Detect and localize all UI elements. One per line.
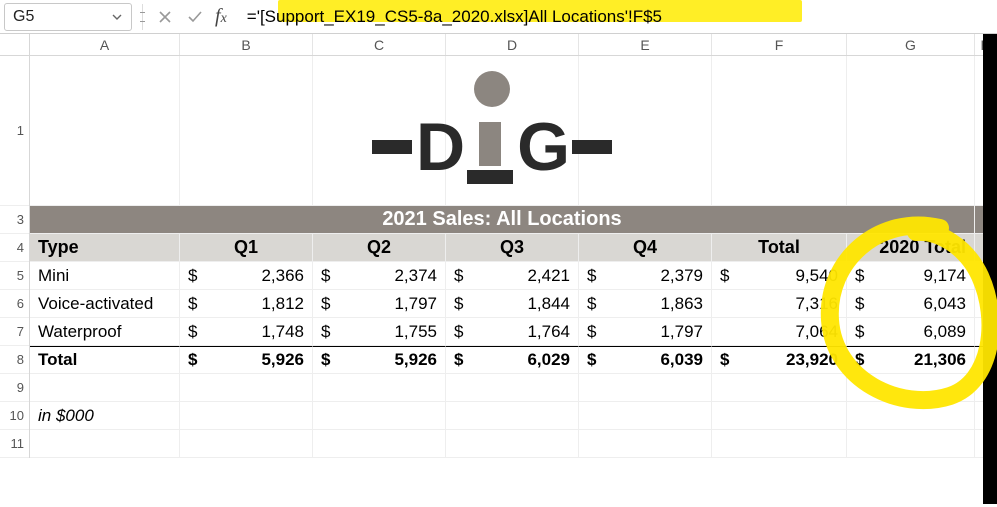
logo-bar-icon	[572, 140, 612, 154]
header-total[interactable]: Total	[712, 234, 847, 261]
cell-q4[interactable]: $1,797	[579, 318, 712, 345]
cell-q2[interactable]: $5,926	[313, 346, 446, 373]
row-header[interactable]: 4	[0, 234, 29, 262]
cell-total[interactable]: 7,064	[712, 318, 847, 345]
formula-input[interactable]: ='[Support_EX19_CS5-8a_2020.xlsx]All Loc…	[239, 3, 993, 31]
row-header[interactable]: 7	[0, 318, 29, 346]
column-header[interactable]: B	[180, 34, 313, 55]
check-icon	[187, 10, 203, 24]
row-header-strip: 1 3 4 5 6 7 8 9 10 11	[0, 56, 30, 458]
cell-q3[interactable]: $1,764	[446, 318, 579, 345]
row-header[interactable]: 11	[0, 430, 29, 458]
column-header[interactable]: F	[712, 34, 847, 55]
select-all-corner[interactable]	[0, 34, 30, 55]
header-q4[interactable]: Q4	[579, 234, 712, 261]
table-row: Voice-activated $1,812 $1,797 $1,844 $1,…	[30, 290, 997, 318]
cell-q2[interactable]: $1,755	[313, 318, 446, 345]
grid: 1 3 4 5 6 7 8 9 10 11 2021 Sales: All Lo…	[0, 56, 997, 458]
column-header[interactable]: D	[446, 34, 579, 55]
row-header[interactable]: 9	[0, 374, 29, 402]
total-row: Total $5,926 $5,926 $6,029 $6,039 $23,92…	[30, 346, 997, 374]
title-row: 2021 Sales: All Locations	[30, 206, 997, 234]
cell-q3[interactable]: $2,421	[446, 262, 579, 289]
title-cell[interactable]: 2021 Sales: All Locations	[30, 206, 975, 233]
cell-q4[interactable]: $1,863	[579, 290, 712, 317]
cell-type[interactable]: Waterproof	[30, 318, 180, 345]
header-type[interactable]: Type	[30, 234, 180, 261]
logo-bar-icon	[372, 140, 412, 154]
footer-note[interactable]: in $000	[30, 402, 180, 429]
cell-type[interactable]: Voice-activated	[30, 290, 180, 317]
cell-q3[interactable]: $1,844	[446, 290, 579, 317]
footer-row: in $000	[30, 402, 997, 430]
x-icon	[158, 10, 172, 24]
logo-dot-icon	[474, 71, 510, 107]
cell-q3[interactable]: $6,029	[446, 346, 579, 373]
row-header[interactable]: 5	[0, 262, 29, 290]
column-header[interactable]: A	[30, 34, 180, 55]
name-box[interactable]: G5	[4, 3, 132, 31]
row-header[interactable]: 8	[0, 346, 29, 374]
table-row: Waterproof $1,748 $1,755 $1,764 $1,797 7…	[30, 318, 997, 346]
fx-label[interactable]: fx	[213, 5, 233, 28]
name-box-value: G5	[13, 8, 34, 26]
row-header[interactable]: 10	[0, 402, 29, 430]
row-header[interactable]: 3	[0, 206, 29, 234]
formula-text: ='[Support_EX19_CS5-8a_2020.xlsx]All Loc…	[247, 7, 662, 27]
row-header[interactable]: 6	[0, 290, 29, 318]
dig-logo: D G	[337, 66, 647, 186]
image-edge	[983, 34, 997, 504]
chevron-down-icon	[111, 11, 123, 23]
logo-i-icon	[467, 122, 513, 184]
cell-q4[interactable]: $6,039	[579, 346, 712, 373]
header-q2[interactable]: Q2	[313, 234, 446, 261]
cell-type[interactable]: Mini	[30, 262, 180, 289]
cell-type[interactable]: Total	[30, 346, 180, 373]
cell-total[interactable]: $23,920	[712, 346, 847, 373]
cell-total[interactable]: $9,540	[712, 262, 847, 289]
cell-q4[interactable]: $2,379	[579, 262, 712, 289]
table-row: Mini $2,366 $2,374 $2,421 $2,379 $9,540 …	[30, 262, 997, 290]
header-row: Type Q1 Q2 Q3 Q4 Total 2020 Total	[30, 234, 997, 262]
cell-prev-total[interactable]: $21,306	[847, 346, 975, 373]
cancel-formula-button[interactable]	[153, 5, 177, 29]
header-q1[interactable]: Q1	[180, 234, 313, 261]
cell-q2[interactable]: $1,797	[313, 290, 446, 317]
header-prev-total[interactable]: 2020 Total	[847, 234, 975, 261]
cell-prev-total[interactable]: $6,089	[847, 318, 975, 345]
column-header[interactable]: G	[847, 34, 975, 55]
separator	[142, 4, 143, 30]
cell-q1[interactable]: $1,812	[180, 290, 313, 317]
cell-prev-total[interactable]: $6,043	[847, 290, 975, 317]
column-header[interactable]: E	[579, 34, 712, 55]
cell-q1[interactable]: $1,748	[180, 318, 313, 345]
column-header-row: A B C D E F G H	[0, 34, 997, 56]
cell-q2[interactable]: $2,374	[313, 262, 446, 289]
enter-formula-button[interactable]	[183, 5, 207, 29]
logo-text: D G	[372, 113, 612, 181]
cell-prev-total[interactable]: $9,174	[847, 262, 975, 289]
blank-row	[30, 374, 997, 402]
row-header[interactable]: 1	[0, 56, 29, 206]
formula-bar: G5 fx ='[Support_EX19_CS5-8a_2020.xlsx]A…	[0, 0, 997, 34]
header-q3[interactable]: Q3	[446, 234, 579, 261]
blank-row	[30, 430, 997, 458]
cell-q1[interactable]: $5,926	[180, 346, 313, 373]
column-header[interactable]: C	[313, 34, 446, 55]
cell-q1[interactable]: $2,366	[180, 262, 313, 289]
cell-total[interactable]: 7,316	[712, 290, 847, 317]
